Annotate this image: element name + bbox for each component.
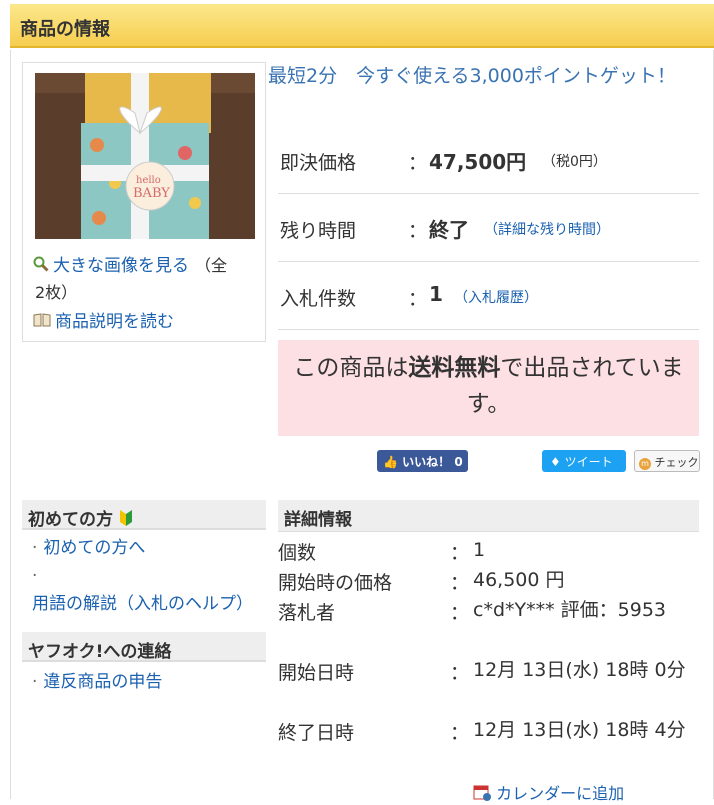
- beginner-section-title: 初めての方: [28, 510, 113, 530]
- large-image-row: 大きな画像を見る （全: [33, 251, 227, 277]
- detail-section-header: 詳細情報: [278, 500, 699, 532]
- detail-value: 1: [473, 539, 486, 561]
- facebook-like-button[interactable]: 👍 いいね！ 0: [377, 450, 468, 472]
- svg-text:hello: hello: [136, 175, 161, 186]
- contact-section-title: ヤフオク!への連絡: [28, 642, 172, 662]
- price-label: 即決価格: [280, 152, 357, 174]
- detail-value: c*d*Y*** 評価：5953: [473, 599, 667, 621]
- detail-colon: ：: [450, 662, 470, 684]
- free-shipping-notice: この商品は送料無料で出品されています。: [278, 340, 699, 436]
- like-label: いいね！ 0: [402, 455, 463, 469]
- image-count-row: 2枚）: [35, 279, 77, 303]
- bullet-dot: ·: [32, 566, 38, 586]
- time-left-row: 残り時間 ： 終了 （詳細な残り時間）: [278, 194, 699, 262]
- contact-section-header: ヤフオク!への連絡: [22, 632, 266, 662]
- thumbs-up-icon: 👍: [383, 455, 398, 469]
- bids-colon: ：: [408, 288, 428, 310]
- check-label: チェック: [654, 456, 699, 469]
- image-count-start: （全: [195, 256, 228, 275]
- bids-value: 1: [429, 282, 443, 306]
- time-left-value: 終了: [429, 218, 469, 242]
- time-left-detail-link[interactable]: （詳細な残り時間）: [484, 219, 610, 239]
- price-tax: （税0円）: [542, 154, 607, 170]
- mixi-icon: m: [639, 458, 651, 470]
- shipping-highlight: 送料無料: [408, 355, 501, 381]
- section-header: 商品の情報: [10, 4, 714, 48]
- detail-label: 終了日時: [278, 722, 355, 744]
- detail-label: 落札者: [278, 602, 336, 624]
- large-image-link[interactable]: 大きな画像を見る: [53, 256, 189, 276]
- beginner-section-header: 初めての方: [22, 500, 266, 530]
- bullet-dot: ·: [32, 672, 38, 692]
- detail-colon: ：: [450, 572, 470, 594]
- report-violation-link[interactable]: · 違反商品の申告: [32, 668, 260, 696]
- price-colon: ：: [408, 152, 428, 174]
- tweet-label: ツイート: [564, 455, 613, 469]
- bullet-dot: ·: [32, 538, 38, 558]
- magnifier-icon: [33, 256, 49, 277]
- shipping-prefix: この商品は: [293, 355, 409, 381]
- report-violation-label: 違反商品の申告: [43, 672, 163, 692]
- twitter-bird-icon: ♦: [550, 455, 561, 469]
- svg-text:BABY: BABY: [133, 186, 170, 201]
- add-to-calendar-label: カレンダーに追加: [496, 784, 625, 803]
- shipping-suffix: で出品されています。: [466, 355, 684, 417]
- detail-value: 12月 13日(水) 18時 0分: [473, 659, 686, 681]
- price-row: 即決価格 ： 47,500円 （税0円）: [278, 126, 699, 194]
- detail-section-title: 詳細情報: [284, 510, 352, 530]
- bid-history-link[interactable]: （入札履歴）: [454, 287, 538, 307]
- description-link[interactable]: 商品説明を読む: [55, 312, 174, 332]
- mixi-check-button[interactable]: m チェック: [634, 450, 700, 472]
- detail-value: 12月 13日(水) 18時 4分: [473, 719, 686, 741]
- glossary-link[interactable]: · 用語の解説（入札のヘルプ）: [32, 562, 260, 618]
- description-row: 商品説明を読む: [33, 307, 174, 332]
- image-count-end: 2枚）: [35, 283, 78, 302]
- bids-row: 入札件数 ： 1 （入札履歴）: [278, 262, 699, 330]
- item-photo[interactable]: hello BABY: [35, 73, 255, 239]
- detail-value: 46,500 円: [473, 569, 565, 591]
- point-promo-link[interactable]: 最短2分 今すぐ使える3,000ポイントゲット！: [268, 60, 704, 92]
- glossary-label: 用語の解説（入札のヘルプ）: [32, 594, 253, 614]
- image-panel: hello BABY 大きな画像を見る （全 2枚） 商品説明を読む: [22, 62, 266, 342]
- detail-colon: ：: [450, 542, 470, 564]
- detail-colon: ：: [450, 602, 470, 624]
- section-title: 商品の情報: [20, 19, 110, 40]
- detail-label: 個数: [278, 542, 317, 564]
- tweet-button[interactable]: ♦ ツイート: [542, 450, 626, 472]
- item-photo-drawing: hello BABY: [35, 73, 255, 239]
- add-to-calendar-link[interactable]: カレンダーに追加: [473, 780, 624, 805]
- time-left-colon: ：: [408, 220, 428, 242]
- calendar-icon: [473, 783, 491, 805]
- price-value: 47,500円: [429, 150, 527, 174]
- beginner-guide-label: 初めての方へ: [43, 538, 146, 558]
- beginner-mark-icon: [119, 509, 133, 532]
- detail-label: 開始日時: [278, 662, 355, 684]
- detail-colon: ：: [450, 722, 470, 744]
- beginner-guide-link[interactable]: · 初めての方へ: [32, 534, 260, 562]
- detail-label: 開始時の価格: [278, 572, 393, 594]
- book-icon: [33, 312, 51, 332]
- time-left-label: 残り時間: [280, 220, 357, 242]
- bids-label: 入札件数: [280, 288, 357, 310]
- left-frame-border: [10, 50, 11, 799]
